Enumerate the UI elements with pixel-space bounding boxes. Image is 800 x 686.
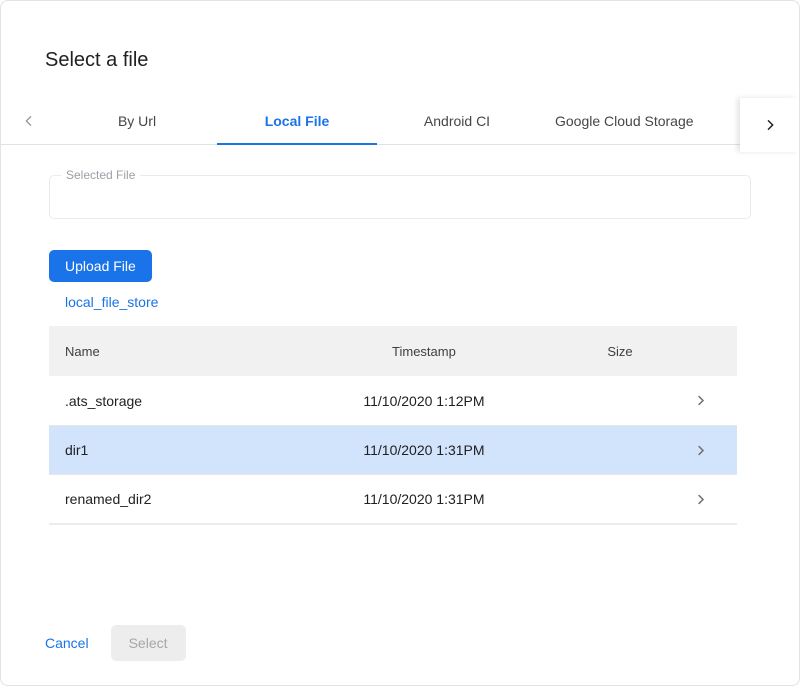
tab-android-ci[interactable]: Android CI xyxy=(377,98,537,144)
table-row[interactable]: renamed_dir2 11/10/2020 1:31PM xyxy=(49,474,737,523)
select-file-dialog: Select a file By Url Local File Android … xyxy=(0,0,800,686)
tab-google-cloud-storage[interactable]: Google Cloud Storage xyxy=(537,98,712,144)
row-expand-button[interactable] xyxy=(689,393,737,408)
chevron-right-icon xyxy=(693,492,708,507)
cell-timestamp: 11/10/2020 1:12PM xyxy=(297,393,552,409)
chevron-left-icon xyxy=(21,113,37,129)
column-header-timestamp: Timestamp xyxy=(297,344,552,359)
selected-file-input[interactable] xyxy=(49,175,751,219)
cancel-button[interactable]: Cancel xyxy=(45,627,89,659)
column-header-size: Size xyxy=(551,344,689,359)
cell-name: dir1 xyxy=(49,442,297,458)
cell-name: .ats_storage xyxy=(49,393,297,409)
tab-bar: By Url Local File Android CI Google Clou… xyxy=(1,98,799,145)
tab-list: By Url Local File Android CI Google Clou… xyxy=(57,98,799,144)
table-body: .ats_storage 11/10/2020 1:12PM dir1 11/1… xyxy=(49,376,737,523)
upload-file-button[interactable]: Upload File xyxy=(49,250,152,282)
local-file-store-link[interactable]: local_file_store xyxy=(65,294,158,310)
tab-local-file[interactable]: Local File xyxy=(217,98,377,144)
table-header-row: Name Timestamp Size xyxy=(49,326,737,376)
chevron-right-icon xyxy=(693,443,708,458)
tabs-scroll-right-button[interactable] xyxy=(740,98,799,152)
file-table: Name Timestamp Size .ats_storage 11/10/2… xyxy=(49,326,737,525)
column-header-name: Name xyxy=(49,344,297,359)
tabs-scroll-left-button[interactable] xyxy=(1,98,57,144)
row-expand-button[interactable] xyxy=(689,492,737,507)
selected-file-field: Selected File xyxy=(49,175,751,219)
select-button[interactable]: Select xyxy=(111,625,186,661)
row-expand-button[interactable] xyxy=(689,443,737,458)
cell-timestamp: 11/10/2020 1:31PM xyxy=(297,491,552,507)
dialog-title: Select a file xyxy=(45,49,755,72)
cell-timestamp: 11/10/2020 1:31PM xyxy=(297,442,552,458)
chevron-right-icon xyxy=(693,393,708,408)
cell-name: renamed_dir2 xyxy=(49,491,297,507)
table-row[interactable]: .ats_storage 11/10/2020 1:12PM xyxy=(49,376,737,425)
tab-by-url[interactable]: By Url xyxy=(57,98,217,144)
dialog-actions: Cancel Select xyxy=(45,625,186,661)
table-row[interactable]: dir1 11/10/2020 1:31PM xyxy=(49,425,737,474)
chevron-right-icon xyxy=(762,117,778,133)
